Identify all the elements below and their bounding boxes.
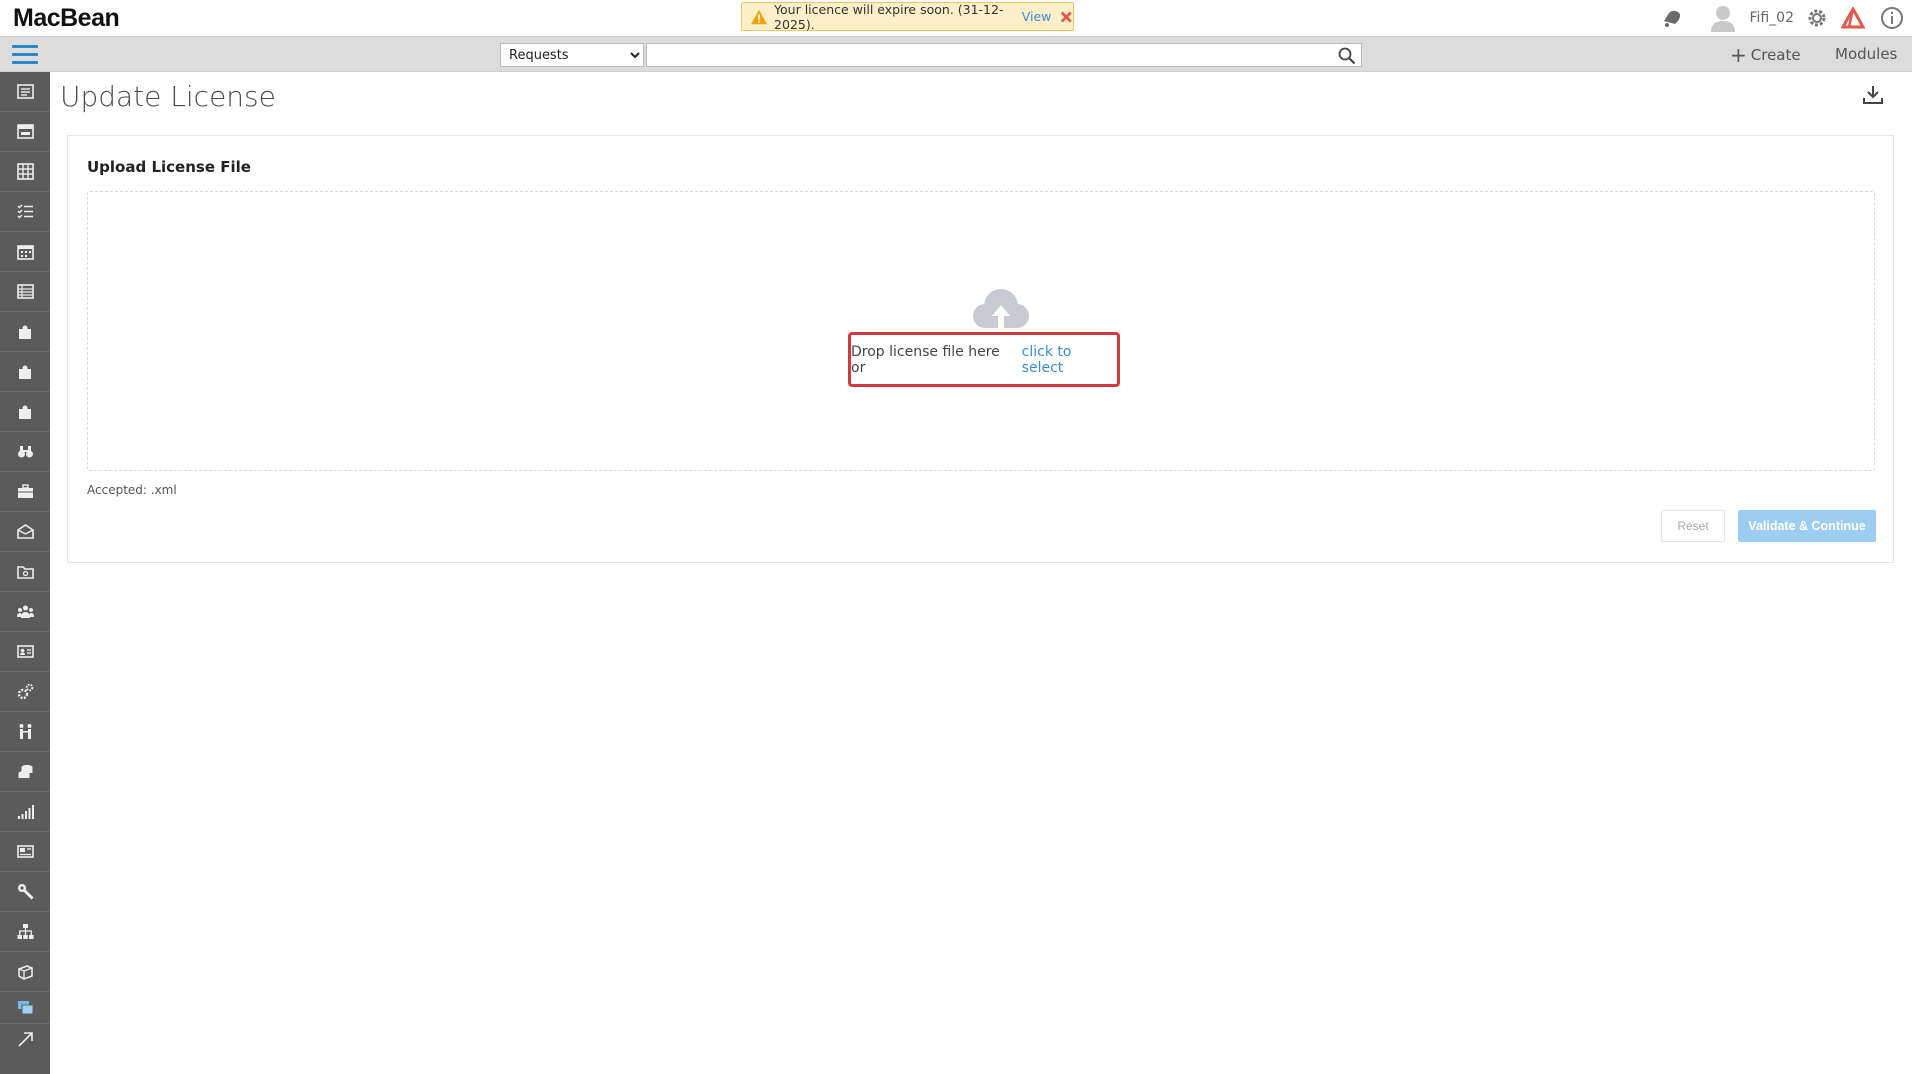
create-label: Create [1750,46,1801,64]
sidebar-item-hierarchy[interactable] [0,912,50,952]
sidebar-item-people[interactable] [0,712,50,752]
checklist-icon [17,204,33,219]
username[interactable]: Fifi_02 [1749,10,1794,26]
grid-icon [16,163,34,180]
close-icon[interactable] [1060,10,1073,24]
search-icon[interactable] [1338,47,1356,65]
briefcase-icon [17,484,33,498]
sidebar-item-folder[interactable] [0,552,50,592]
sidebar-item-news[interactable] [0,832,50,872]
hierarchy-icon [17,924,33,939]
contact-card-icon [16,645,34,658]
plus-icon: + [1730,43,1747,67]
search-input[interactable] [646,43,1362,67]
puzzle-alt-icon [18,365,31,379]
bell-icon[interactable] [1655,7,1689,29]
main-toolbar: Requests + Create Modules [0,36,1912,72]
dashboard-icon [16,84,34,99]
sidebar-item-calendar[interactable] [0,232,50,272]
wrench-icon [17,884,34,900]
cloud-upload-icon [973,289,1029,329]
file-dropzone[interactable] [87,191,1875,471]
windows-icon [17,1001,33,1015]
puzzle-third-icon [18,405,31,419]
banner-message: Your licence will expire soon. (31-12-20… [774,1,1004,32]
licence-expiry-banner: Your licence will expire soon. (31-12-20… [741,1,1074,32]
sidebar-item-calendar-view[interactable] [0,112,50,152]
calendar-view-icon [16,124,34,139]
create-button[interactable]: + Create [1730,45,1801,65]
modules-button[interactable]: Modules [1835,45,1897,63]
sidebar-item-contact-card[interactable] [0,632,50,672]
sidebar-item-checklist[interactable] [0,192,50,232]
sidebar-item-list[interactable] [0,272,50,312]
sidebar-item-wrench[interactable] [0,872,50,912]
team-icon [16,605,34,618]
sidebar-item-gears[interactable] [0,672,50,712]
sidebar-item-inbox[interactable] [0,512,50,552]
app-logo[interactable]: MacBean [13,4,120,33]
sidebar-item-puzzle-alt[interactable] [0,352,50,392]
sidebar-item-grid[interactable] [0,152,50,192]
sidebar-item-box[interactable] [0,952,50,992]
database-icon [18,765,32,778]
calendar-icon [16,245,34,260]
sidebar-item-dashboard[interactable] [0,72,50,112]
inbox-icon [16,524,34,539]
banner-view-link[interactable]: View [1022,9,1052,24]
sidebar-item-stats[interactable] [0,792,50,832]
sidebar-item-puzzle[interactable] [0,312,50,352]
validate-continue-button[interactable]: Validate & Continue [1738,510,1876,542]
sidebar-item-team[interactable] [0,592,50,632]
drop-instruction-highlight: Drop license file here or click to selec… [848,332,1120,387]
binoculars-icon [17,446,33,458]
accepted-file-types: Accepted: .xml [87,483,177,497]
people-icon [19,724,31,739]
page-title: Update License [60,80,276,113]
panel-title: Upload License File [87,158,251,176]
top-header: MacBean Your licence will expire soon. (… [0,0,1912,36]
download-icon[interactable] [1862,84,1884,106]
folder-icon [16,566,34,579]
info-icon[interactable] [1872,6,1912,30]
sidebar-item-expand[interactable] [0,1024,50,1054]
sidebar-item-binoculars[interactable] [0,432,50,472]
hamburger-menu-icon[interactable] [12,45,38,65]
sidebar-item-puzzle-third[interactable] [0,392,50,432]
brand-triangle-icon[interactable] [1834,7,1872,29]
click-to-select-link[interactable]: click to select [1022,344,1117,376]
expand-arrow-icon [17,1031,33,1047]
puzzle-icon [18,325,31,339]
drop-instruction-text: Drop license file here or [851,343,1000,376]
list-icon [16,284,34,299]
header-actions: Fifi_02 [1655,0,1912,36]
box-icon [17,965,33,980]
user-avatar-icon[interactable] [1703,4,1743,32]
stats-icon [17,805,34,819]
news-icon [16,845,34,858]
gears-icon [17,683,33,700]
sidebar-item-briefcase[interactable] [0,472,50,512]
sidebar [0,72,50,1074]
sidebar-item-database[interactable] [0,752,50,792]
search-scope-select[interactable]: Requests [500,43,644,67]
warning-icon [750,9,768,24]
reset-button[interactable]: Reset [1661,510,1725,542]
settings-gear-icon[interactable] [1800,7,1834,29]
sidebar-item-windows[interactable] [0,992,50,1024]
